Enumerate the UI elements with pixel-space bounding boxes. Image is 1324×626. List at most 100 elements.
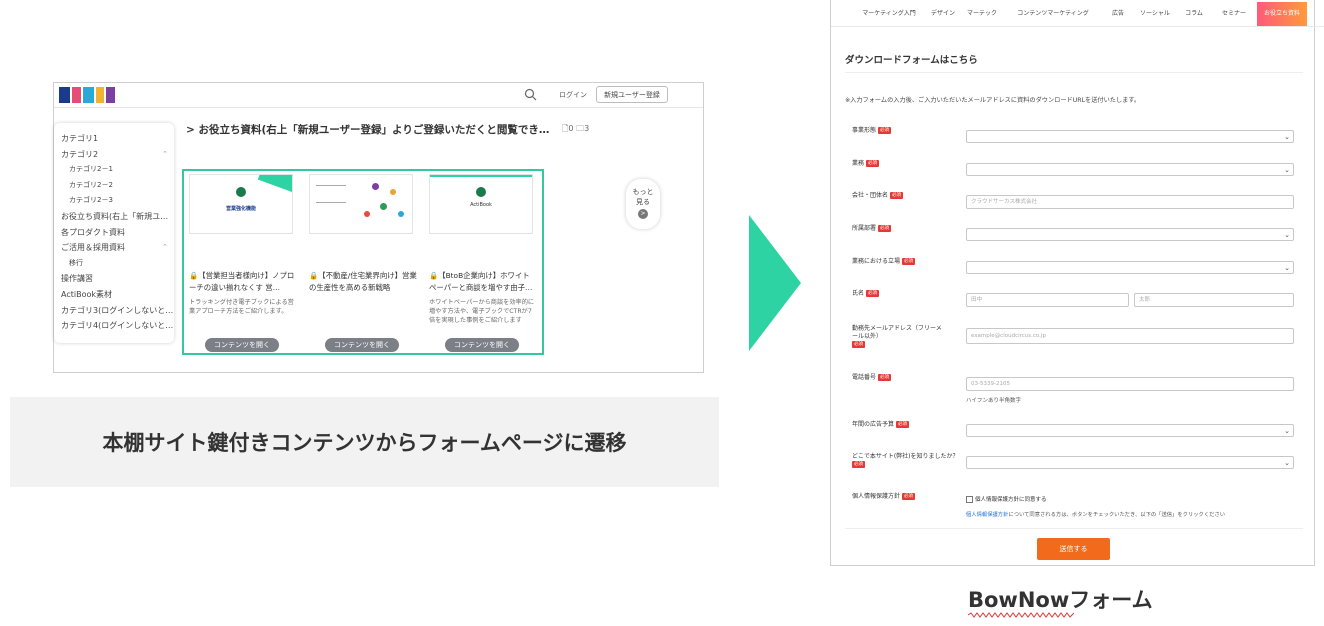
chevron-down-icon: ⌄ xyxy=(1284,264,1290,272)
sidebar-item[interactable]: カテゴリ2－2 xyxy=(54,178,174,194)
sidebar-item[interactable]: 各プロダクト資料 xyxy=(54,225,174,241)
sidebar-item[interactable]: お役立ち資料(右上「新規ユ… xyxy=(54,209,174,225)
divider xyxy=(845,72,1303,73)
sidebar-item[interactable]: ご活用＆採用資料 ⌃ xyxy=(54,240,174,256)
content-card[interactable]: ActiBook 🔒【BtoB企業向け】ホワイトペーパーと商談を増やす由子… ホ… xyxy=(429,174,534,352)
sidebar-item-label: カテゴリ2－2 xyxy=(69,180,113,189)
open-content-button[interactable]: コンテンツを開く xyxy=(445,338,519,352)
register-button[interactable]: 新規ユーザー登録 xyxy=(596,86,668,103)
thumb-text: ActiBook xyxy=(470,202,492,208)
sidebar-item-label: 操作講習 xyxy=(61,274,93,284)
source-select[interactable]: ⌄ xyxy=(966,456,1294,469)
submit-button[interactable]: 送信する xyxy=(1037,538,1110,560)
sidebar-item[interactable]: カテゴリ2－1 xyxy=(54,162,174,178)
industry-select[interactable]: ⌄ xyxy=(966,130,1294,143)
nav-item[interactable]: 広告 xyxy=(1103,2,1133,26)
card-description: トラッキング付き電子ブックによる営業アプローチ方法をご紹介します。 xyxy=(189,299,294,315)
sidebar-item[interactable]: 操作講習 xyxy=(54,271,174,287)
sidebar-item[interactable]: ActiBook素材 xyxy=(54,287,174,303)
field-label: 電話番号 必須 xyxy=(852,374,892,381)
sidebar-item-label: ActiBook素材 xyxy=(61,289,112,299)
site-header: ログイン 新規ユーザー登録 xyxy=(54,83,703,108)
sidebar-item-label: カテゴリ2－1 xyxy=(69,165,113,174)
content-counts: 🗋0 🗀3 xyxy=(562,124,590,133)
role-select[interactable]: ⌄ xyxy=(966,163,1294,176)
category-sidebar: カテゴリ1 カテゴリ2 ⌃ カテゴリ2－1 カテゴリ2－2 カテゴリ2－3 お役立ち資料(右… xyxy=(54,123,174,343)
privacy-notice: 個人情報保護方針について同意される方は、ボタンをチェックいただき、以下の「送信」… xyxy=(966,512,1226,518)
sidebar-item-label: 各プロダクト資料 xyxy=(61,227,125,237)
budget-select[interactable]: ⌄ xyxy=(966,424,1294,437)
bookshelf-site-screenshot: ログイン 新規ユーザー登録 カテゴリ1 カテゴリ2 ⌃ カテゴリ2－1 カテゴリ2－2 カ… xyxy=(53,82,704,373)
see-more-line2: 見る xyxy=(636,198,650,206)
nav-item[interactable]: お役立ち資料 xyxy=(1257,2,1307,26)
sidebar-item-label: カテゴリ2 xyxy=(61,149,99,159)
field-label: 氏名 必須 xyxy=(852,290,880,297)
sidebar-item[interactable]: カテゴリ3(ログインしないと… xyxy=(54,303,174,319)
field-label: 会社・団体名 必須 xyxy=(852,192,904,199)
field-label: どこで本サイト(弊社)を知りましたか？ 必須 xyxy=(852,453,959,468)
field-label: 事業形態 必須 xyxy=(852,127,892,134)
phone-input[interactable]: 03-5339-2105 xyxy=(966,377,1294,391)
form-title: ダウンロードフォームはこちら xyxy=(845,55,978,66)
see-more-button[interactable]: もっと 見る > xyxy=(626,179,660,229)
card-title[interactable]: 🔒【営業担当者様向け】ノプローチの違い揃れなくす 営… xyxy=(189,270,297,294)
company-input[interactable]: クラウドサーカス株式会社 xyxy=(966,195,1294,209)
sidebar-item-label: カテゴリ3(ログインしないと… xyxy=(61,305,174,315)
chevron-up-icon[interactable]: ⌃ xyxy=(162,240,168,256)
spellcheck-underline xyxy=(968,612,1074,618)
sidebar-item-label: カテゴリ2－3 xyxy=(69,196,113,205)
email-input[interactable]: example@cloudcircus.co.jp xyxy=(966,328,1294,344)
open-content-button[interactable]: コンテンツを開く xyxy=(205,338,279,352)
card-thumbnail: 営業強化機能 xyxy=(189,174,293,234)
card-thumbnail xyxy=(309,174,413,234)
chevron-down-icon: ⌄ xyxy=(1284,166,1290,174)
chevron-down-icon: ⌄ xyxy=(1284,133,1290,141)
see-more-line1: もっと xyxy=(632,188,654,196)
content-card[interactable]: 営業強化機能 🔒【営業担当者様向け】ノプローチの違い揃れなくす 営… トラッキン… xyxy=(189,174,294,352)
first-name-input[interactable]: 太郎 xyxy=(1134,293,1294,307)
site-logo[interactable] xyxy=(59,87,116,103)
form-caption: BowNowフォーム xyxy=(968,588,1153,612)
chevron-up-icon[interactable]: ⌃ xyxy=(162,147,168,163)
thumb-text: 営業強化機能 xyxy=(225,206,256,212)
bownow-form-screenshot: マーケティング入門 デザイン マーテック コンテンツマーケティング 広告 ソーシャル コラム… xyxy=(830,0,1324,566)
card-thumbnail: ActiBook xyxy=(429,174,533,234)
field-label: 年間の広告予算 必須 xyxy=(852,421,910,428)
nav-item[interactable]: デザイン xyxy=(925,2,961,26)
nav-item[interactable]: マーケティング入門 xyxy=(853,2,925,26)
nav-item[interactable]: コラム xyxy=(1177,2,1211,26)
sidebar-item[interactable]: 移行 xyxy=(54,256,174,272)
site-nav: マーケティング入門 デザイン マーテック コンテンツマーケティング 広告 ソーシャル コラム… xyxy=(831,2,1324,27)
sidebar-item[interactable]: カテゴリ4(ログインしないと… xyxy=(54,318,174,334)
nav-item[interactable]: マーテック xyxy=(961,2,1003,26)
privacy-checkbox[interactable]: 個人情報保護方針に同意する xyxy=(966,495,1047,503)
sidebar-item[interactable]: カテゴリ1 xyxy=(54,131,174,147)
field-label: 個人情報保護方針 必須 xyxy=(852,493,916,500)
card-description: ホワイトペーパーから商談を効率的に増やす方法や、電子ブックでCTRが7倍を実現し… xyxy=(429,299,535,324)
field-label: 勤務先メールアドレス（フリーメール以外） 必須 xyxy=(852,325,942,348)
chevron-down-icon: ⌄ xyxy=(1284,427,1290,435)
locked-contents-highlight: 営業強化機能 🔒【営業担当者様向け】ノプローチの違い揃れなくす 営… トラッキン… xyxy=(182,169,544,355)
field-label: 業務における立場 必須 xyxy=(852,258,916,265)
card-title[interactable]: 🔒【不動産/住宅業界向け】営業の生産性を高める新戦略 xyxy=(309,270,417,294)
dept-select[interactable]: ⌄ xyxy=(966,228,1294,241)
sidebar-item[interactable]: カテゴリ2－3 xyxy=(54,193,174,209)
login-link[interactable]: ログイン xyxy=(559,90,587,100)
search-icon[interactable] xyxy=(524,88,537,101)
form-note: ※入力フォームの入力後、ご入力いただいたメールアドレスに資料のダウンロードURL… xyxy=(845,97,1141,104)
card-title[interactable]: 🔒【BtoB企業向け】ホワイトペーパーと商談を増やす由子… xyxy=(429,270,537,294)
sidebar-item[interactable]: カテゴリ2 ⌃ xyxy=(54,147,174,163)
privacy-policy-link[interactable]: 個人情報保護方針 xyxy=(966,512,1008,518)
position-select[interactable]: ⌄ xyxy=(966,261,1294,274)
content-card[interactable]: 🔒【不動産/住宅業界向け】営業の生産性を高める新戦略 コンテンツを開く xyxy=(309,174,417,352)
page-title: > お役立ち資料(右上「新規ユーザー登録」よりご登録いただくと閲覧でき… xyxy=(186,124,550,136)
nav-item[interactable]: セミナー xyxy=(1211,2,1257,26)
field-label: 業務 必須 xyxy=(852,160,880,167)
nav-item[interactable]: コンテンツマーケティング xyxy=(1003,2,1103,26)
transition-caption: 本棚サイト鍵付きコンテンツからフォームページに遷移 xyxy=(10,397,719,487)
chevron-down-icon: ⌄ xyxy=(1284,231,1290,239)
last-name-input[interactable]: 田中 xyxy=(966,293,1129,307)
open-content-button[interactable]: コンテンツを開く xyxy=(325,338,399,352)
sidebar-item-label: お役立ち資料(右上「新規ユ… xyxy=(61,211,169,221)
nav-item[interactable]: ソーシャル xyxy=(1133,2,1177,26)
